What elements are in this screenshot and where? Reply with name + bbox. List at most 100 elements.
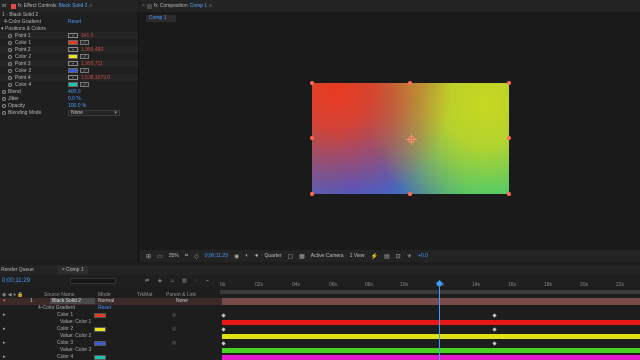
stopwatch-icon[interactable] bbox=[8, 40, 12, 45]
color-channel-icon[interactable]: ● bbox=[255, 253, 259, 259]
ec-effect-header[interactable]: 4-Color Gradient Reset bbox=[0, 18, 138, 25]
panel-menu-icon[interactable]: ≡ bbox=[209, 3, 212, 9]
stopwatch-icon[interactable] bbox=[8, 47, 12, 52]
property-value[interactable]: 100.0 % bbox=[68, 103, 86, 109]
layer-handle[interactable] bbox=[507, 136, 511, 140]
property-row[interactable]: ▸ Color 1 ◎ bbox=[0, 312, 640, 319]
property-value[interactable]: 1,959,480 bbox=[81, 47, 103, 53]
eyedropper-icon[interactable]: ⟋ bbox=[80, 82, 89, 87]
timeline-icon[interactable]: ▤ bbox=[384, 253, 390, 260]
stopwatch-icon[interactable] bbox=[2, 103, 6, 108]
stopwatch-icon[interactable] bbox=[8, 75, 12, 80]
composition-tab[interactable]: × fx Composition Comp 1 ≡ bbox=[142, 3, 212, 9]
stopwatch-icon[interactable] bbox=[2, 110, 6, 115]
work-area-bar[interactable] bbox=[220, 290, 640, 294]
region-of-interest-icon[interactable]: ▢ bbox=[287, 253, 293, 260]
always-preview-icon[interactable]: ⊞ bbox=[146, 253, 151, 260]
stopwatch-icon[interactable] bbox=[8, 54, 12, 59]
blending-mode-dropdown[interactable]: None ▾ bbox=[68, 109, 120, 116]
color-swatch[interactable] bbox=[68, 54, 78, 59]
stopwatch-icon[interactable] bbox=[8, 61, 12, 66]
stopwatch-icon[interactable] bbox=[2, 89, 6, 94]
color-swatch[interactable] bbox=[68, 40, 78, 45]
anchor-point-icon[interactable] bbox=[406, 134, 417, 145]
comp-mini-flowchart-icon[interactable]: ⇄ bbox=[145, 278, 149, 284]
camera-snapshot-icon[interactable]: ◉ bbox=[234, 253, 239, 260]
camera-dropdown[interactable]: Active Camera bbox=[311, 253, 344, 259]
show-channel-icon[interactable]: ◐ bbox=[245, 253, 249, 259]
comp-subtab[interactable]: Comp 1 bbox=[146, 15, 176, 22]
layer-handle[interactable] bbox=[310, 81, 314, 85]
source-name-header[interactable]: Source Name bbox=[44, 292, 75, 298]
fast-preview-icon[interactable]: ⚡ bbox=[371, 253, 378, 260]
point-crosshair-icon[interactable]: + bbox=[68, 47, 78, 52]
expand-arrow-icon[interactable]: ▾ bbox=[1, 26, 4, 32]
mode-header[interactable]: Mode bbox=[98, 292, 111, 298]
parent-header[interactable]: Parent & Link bbox=[166, 292, 196, 298]
exposure-value[interactable]: +0.0 bbox=[418, 253, 428, 259]
frame-blending-icon[interactable]: ▥ bbox=[182, 278, 187, 284]
effect-reset-link[interactable]: Reset bbox=[68, 19, 81, 25]
color-swatch[interactable] bbox=[68, 68, 78, 73]
motion-blur-icon[interactable]: ◌ bbox=[194, 278, 197, 284]
gradient-preview-frame[interactable] bbox=[310, 81, 511, 196]
pickwhip-icon[interactable]: ◎ bbox=[172, 326, 176, 332]
panel-menu-icon[interactable]: ≡ bbox=[89, 3, 92, 9]
property-row[interactable]: ▸ Color 4 bbox=[0, 354, 640, 360]
effect-reset-link[interactable]: Reset bbox=[98, 305, 111, 311]
expand-arrow-icon[interactable]: ▸ bbox=[3, 340, 6, 346]
layer-search-input[interactable] bbox=[70, 278, 116, 284]
property-row[interactable]: ▸ Color 2 ◎ bbox=[0, 326, 640, 333]
views-dropdown[interactable]: 1 View bbox=[350, 253, 365, 259]
expand-arrow-icon[interactable]: ▾ bbox=[3, 298, 6, 304]
point-crosshair-icon[interactable]: + bbox=[68, 33, 78, 38]
property-value[interactable]: 400.0 bbox=[68, 89, 81, 95]
viewer-timecode[interactable]: 0;00;11;29 bbox=[205, 253, 228, 259]
layer-mode-dropdown[interactable]: Normal bbox=[98, 298, 114, 304]
eyedropper-icon[interactable]: ⟋ bbox=[80, 54, 89, 59]
layer-handle[interactable] bbox=[310, 136, 314, 140]
render-queue-tab[interactable]: Render Queue bbox=[1, 267, 34, 273]
transparency-grid-icon[interactable]: ▦ bbox=[299, 253, 305, 260]
stopwatch-icon[interactable] bbox=[8, 82, 12, 87]
layer-row[interactable]: ▾ 1 Black Solid 2 Normal None bbox=[0, 298, 640, 305]
expand-arrow-icon[interactable]: ▸ bbox=[3, 312, 6, 318]
close-icon[interactable]: × bbox=[142, 3, 145, 9]
pickwhip-icon[interactable]: ◎ bbox=[172, 340, 176, 346]
color-swatch[interactable] bbox=[94, 355, 106, 360]
expand-arrow-icon[interactable]: ▸ bbox=[3, 354, 6, 360]
comp-timeline-tab[interactable]: × Comp 1 bbox=[57, 266, 88, 274]
shy-layers-icon[interactable]: ☺ bbox=[170, 278, 175, 284]
resolution-dropdown[interactable]: Quarter bbox=[265, 253, 282, 259]
layer-handle[interactable] bbox=[310, 192, 314, 196]
eyedropper-icon[interactable]: ⟋ bbox=[80, 68, 89, 73]
effect-label[interactable]: 4-Color Gradient bbox=[38, 305, 75, 311]
layer-handle[interactable] bbox=[408, 192, 412, 196]
zoom-dropdown[interactable]: 25% bbox=[169, 253, 179, 259]
trkmat-header[interactable]: TrkMat bbox=[137, 292, 152, 298]
stopwatch-icon[interactable] bbox=[8, 68, 12, 73]
layer-duration-bar[interactable] bbox=[222, 298, 640, 305]
point-crosshair-icon[interactable]: + bbox=[68, 75, 78, 80]
property-value[interactable]: 0.0 % bbox=[68, 96, 81, 102]
property-value[interactable]: 1,959,711 bbox=[81, 61, 103, 67]
pickwhip-icon[interactable]: ◎ bbox=[172, 312, 176, 318]
grid-icon[interactable]: ⌗ bbox=[185, 253, 188, 260]
eyedropper-icon[interactable]: ⟋ bbox=[80, 40, 89, 45]
effect-name[interactable]: 4-Color Gradient bbox=[4, 19, 41, 25]
layer-name[interactable]: Black Solid 2 bbox=[50, 298, 95, 304]
point-crosshair-icon[interactable]: + bbox=[68, 61, 78, 66]
layer-handle[interactable] bbox=[408, 81, 412, 85]
color-swatch[interactable] bbox=[94, 313, 106, 318]
ec-group-header[interactable]: ▾ Positions & Colors bbox=[0, 25, 138, 32]
layer-handle[interactable] bbox=[507, 192, 511, 196]
graph-editor-icon[interactable]: ⌁ bbox=[206, 278, 209, 284]
time-ruler[interactable]: 0s 02s 04s 06s 08s 10s 12s 14s 16s 18s 2… bbox=[220, 275, 640, 295]
stopwatch-icon[interactable] bbox=[8, 33, 12, 38]
flowchart-icon[interactable]: ⊡ bbox=[396, 253, 401, 260]
color-swatch[interactable] bbox=[94, 327, 106, 332]
effect-controls-tab[interactable]: fx Effect Controls Black Solid 2 ≡ bbox=[10, 3, 92, 9]
mask-icon[interactable]: ◇ bbox=[194, 253, 199, 260]
monitor-icon[interactable]: ▭ bbox=[157, 253, 163, 260]
panel-tab-truncated[interactable]: xt bbox=[2, 3, 6, 9]
